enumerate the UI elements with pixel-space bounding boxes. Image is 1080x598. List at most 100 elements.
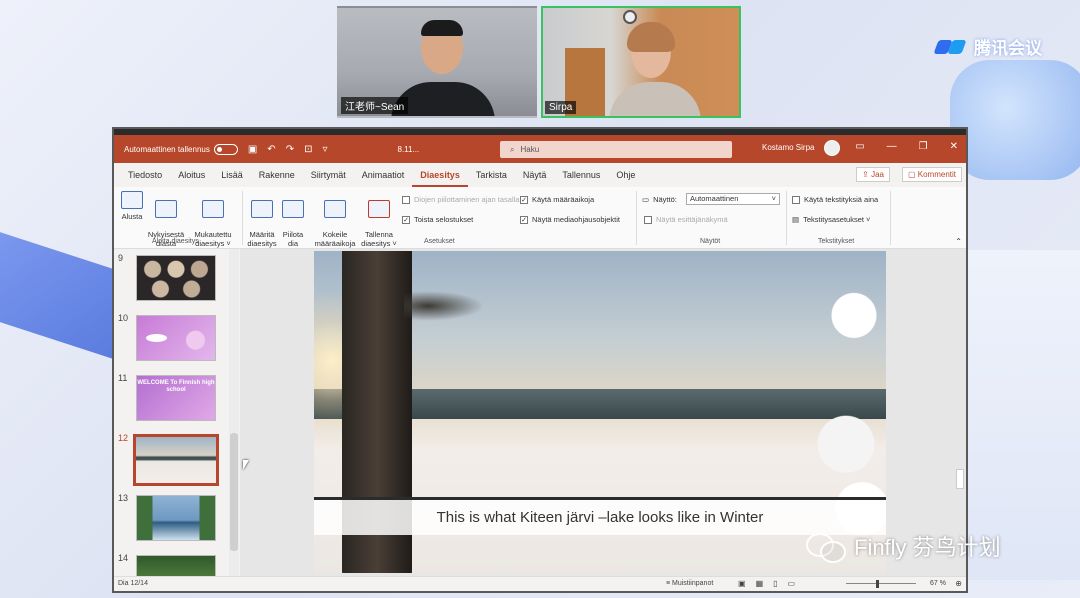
tab-diaesitys[interactable]: Diaesitys (412, 163, 468, 187)
use-timings-checkbox[interactable]: ✓ Käytä määräaikoja (520, 195, 594, 204)
tab-rakenne[interactable]: Rakenne (251, 163, 303, 187)
save-icon[interactable]: ▣ (248, 144, 257, 155)
collapse-ribbon-icon[interactable]: ⌃ (955, 237, 962, 246)
monitor-select[interactable]: Automaattinen ˅ (686, 193, 780, 205)
zoom-slider[interactable] (846, 583, 916, 584)
slide-branch (404, 291, 484, 321)
present-icon[interactable]: ⊡ (304, 144, 312, 155)
checkbox-label: Näytä esittäjänäkymä (656, 215, 728, 224)
watermark-text: Finfly 芬鸟计划 (854, 535, 1001, 560)
tab-siirtymat[interactable]: Siirtymät (303, 163, 354, 187)
zoom-level[interactable]: 67 % (930, 580, 946, 587)
group-separator (786, 191, 787, 245)
hide-slide-icon (282, 200, 304, 218)
hide-slides-checkbox[interactable]: Diojen piilottaminen ajan tasalla (402, 195, 519, 204)
hide-slide-button[interactable]: Piilota dia (280, 191, 306, 248)
thumbnail-image (136, 495, 216, 541)
play-narrations-checkbox[interactable]: ✓ Toista selostukset (402, 215, 473, 224)
ribbon-display-icon[interactable]: ▭ (855, 141, 864, 152)
slide-caption-box[interactable]: This is what Kiteen järvi –lake looks li… (314, 497, 886, 535)
participant-hair (421, 20, 463, 36)
presenter-view-checkbox[interactable]: Näytä esittäjänäkymä (644, 215, 728, 224)
checkbox-label: Näytä mediaohjausobjektit (532, 215, 620, 224)
custom-show-label: Mukautettu diaesitys ˅ (194, 230, 232, 248)
thumbnail-slide-13[interactable]: 13 (114, 493, 232, 549)
tab-ohje[interactable]: Ohje (608, 163, 643, 187)
tab-animaatiot[interactable]: Animaatiot (354, 163, 413, 187)
restore-icon[interactable]: ❐ (919, 141, 928, 152)
thumbnail-slide-11[interactable]: 11 WELCOME To Finnish high school (114, 373, 232, 429)
normal-view-icon[interactable]: ▣ (738, 579, 746, 588)
hide-slide-label: Piilota dia (282, 230, 304, 248)
redo-icon[interactable]: ↷ (286, 144, 294, 155)
user-name[interactable]: Kostamo Sirpa (762, 143, 814, 152)
tab-aloitus[interactable]: Aloitus (170, 163, 213, 187)
fit-slide-icon[interactable]: ⊕ (955, 579, 962, 588)
play-from-current-icon (155, 200, 177, 218)
subtitle-settings-label: Tekstitysasetukset ˅ (803, 215, 871, 224)
customize-toolbar-icon[interactable]: ▿ (322, 144, 327, 155)
slide-scrollbar-thumb[interactable] (956, 469, 964, 489)
reading-view-icon[interactable]: ▯ (773, 579, 777, 588)
scrollbar-thumb[interactable] (230, 433, 238, 551)
wechat-icon (806, 531, 846, 563)
rehearse-timings-button[interactable]: Kokeile määräaikoja (312, 191, 358, 248)
background-decoration-right (950, 60, 1080, 180)
comments-button[interactable]: ▢ Kommentit (901, 167, 962, 182)
participant-body (609, 82, 701, 116)
monitor-setting: ▭ Näyttö: (642, 195, 677, 204)
file-name[interactable]: 8.11... (398, 145, 420, 154)
autosave-toggle[interactable] (213, 143, 238, 155)
participant-video-sirpa[interactable]: Sirpa (541, 6, 741, 118)
share-button[interactable]: ⇪ Jaa (856, 167, 890, 182)
custom-show-icon (202, 200, 224, 218)
checkbox-box: ✓ (520, 195, 528, 204)
meeting-brand: 腾讯会议 (934, 34, 1042, 59)
search-icon: ⌕ (510, 144, 515, 154)
thumbnail-image (136, 255, 216, 301)
group-separator (242, 191, 243, 245)
thumbnail-slide-9[interactable]: 9 (114, 253, 232, 309)
tencent-meeting-logo-icon (934, 38, 968, 56)
slideshow-view-icon[interactable]: ▭ (788, 579, 796, 588)
setup-show-button[interactable]: Määritä diaesitys (246, 191, 278, 248)
checkbox-label: Käytä tekstityksiä aina (804, 195, 879, 204)
tab-lisaa[interactable]: Lisää (213, 163, 251, 187)
thumbnail-number: 14 (118, 553, 129, 563)
undo-icon[interactable]: ↶ (267, 144, 275, 155)
tab-tallennus[interactable]: Tallennus (554, 163, 608, 187)
subtitle-settings-button[interactable]: ▤ Tekstitysasetukset ˅ (792, 215, 870, 224)
group-separator (890, 191, 891, 245)
show-media-controls-checkbox[interactable]: ✓ Näytä mediaohjausobjektit (520, 215, 620, 224)
autosave-control[interactable]: Automaattinen tallennus (124, 143, 238, 155)
group-separator (636, 191, 637, 245)
setup-show-label: Määritä diaesitys (247, 230, 277, 248)
tab-nayta[interactable]: Näytä (515, 163, 555, 187)
title-bar: Automaattinen tallennus ▣ ↶ ↷ ⊡ ▿ 8.11..… (114, 129, 966, 163)
powerpoint-window: Automaattinen tallennus ▣ ↶ ↷ ⊡ ▿ 8.11..… (112, 127, 968, 593)
checkbox-box (792, 195, 800, 204)
minimize-icon[interactable]: — (887, 141, 897, 152)
tab-tarkista[interactable]: Tarkista (468, 163, 515, 187)
zoom-slider-handle[interactable] (876, 580, 879, 588)
thumbnail-image (133, 434, 219, 486)
record-show-button[interactable]: Tallenna diaesitys ˅ (360, 191, 398, 248)
thumbnail-slide-12[interactable]: 12 (114, 433, 232, 489)
comments-label: Kommentit (917, 170, 956, 179)
notes-button[interactable]: ≡ Muistiinpanot (666, 580, 713, 587)
thumbnails-scrollbar[interactable] (229, 249, 239, 580)
checkbox-label: Käytä määräaikoja (532, 195, 595, 204)
user-avatar[interactable] (824, 140, 840, 156)
participant-video-sean[interactable]: 江老师~Sean (337, 6, 537, 118)
search-placeholder: Haku (520, 145, 540, 154)
thumbnail-slide-10[interactable]: 10 (114, 313, 232, 369)
thumbnail-image (136, 315, 216, 361)
always-subtitles-checkbox[interactable]: Käytä tekstityksiä aina (792, 195, 878, 204)
current-slide[interactable]: This is what Kiteen järvi –lake looks li… (314, 251, 886, 573)
search-box[interactable]: ⌕ Haku (500, 141, 732, 158)
tab-tiedosto[interactable]: Tiedosto (120, 163, 170, 187)
setup-group-label: Asetukset (424, 238, 455, 245)
from-beginning-button[interactable]: Alusta (118, 191, 146, 221)
close-icon[interactable]: ✕ (950, 141, 958, 152)
slide-sorter-icon[interactable]: ▦ (756, 579, 764, 588)
